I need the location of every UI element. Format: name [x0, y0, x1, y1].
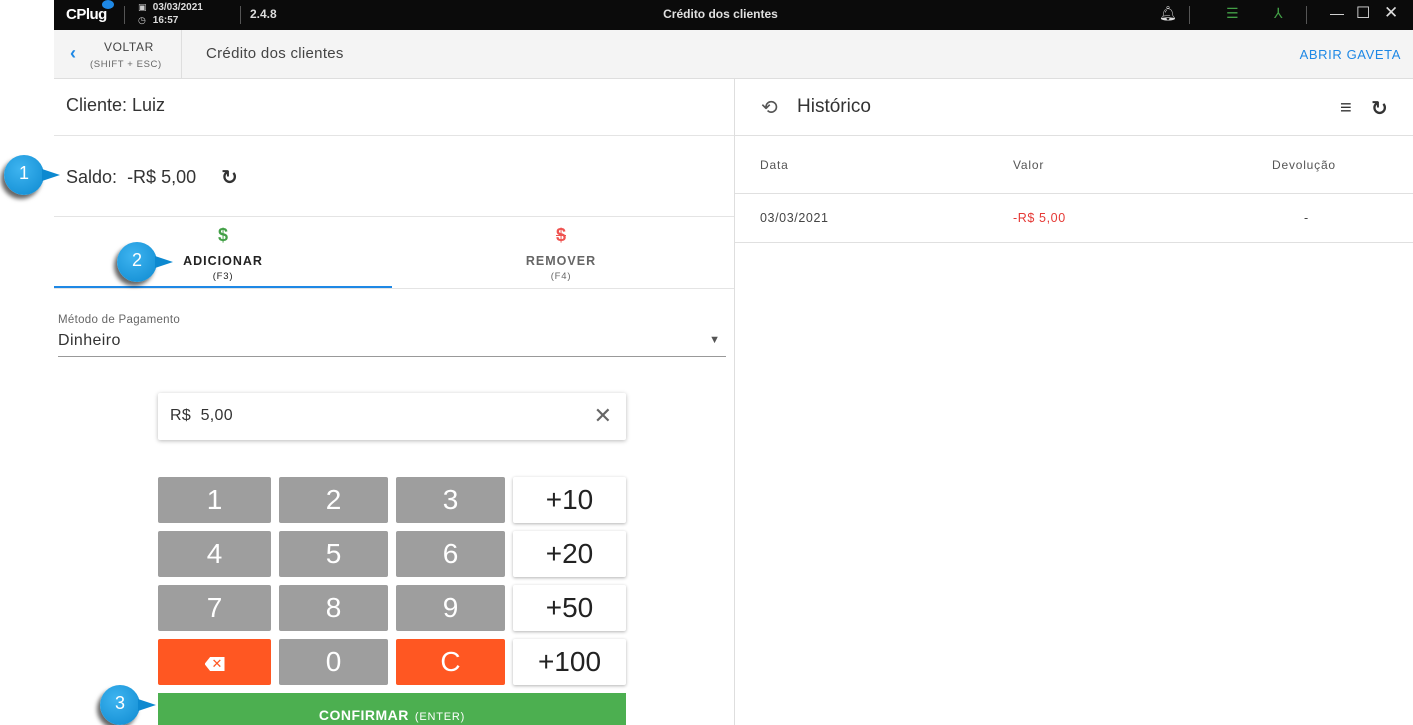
amount-input[interactable]: R$ 5,00 ✕ [158, 393, 626, 440]
confirm-label: CONFIRMAR [318, 707, 409, 723]
operation-tabs: $ ADICIONAR (F3) $ REMOVER (F4) [54, 217, 734, 289]
client-row: Cliente: Luiz [54, 79, 734, 136]
clear-button[interactable]: C [396, 639, 505, 685]
tutorial-marker-1: 1 [4, 155, 60, 195]
key-plus-10[interactable]: +10 [513, 477, 626, 523]
dollar-icon: $ [217, 225, 228, 245]
back-button[interactable]: ‹ VOLTAR (SHIFT + ESC) [54, 30, 182, 78]
key-8[interactable]: 8 [279, 585, 388, 631]
key-0[interactable]: 0 [279, 639, 388, 685]
minimize-icon[interactable]: — [1330, 5, 1344, 21]
backspace-button[interactable]: ✕ [158, 639, 271, 685]
key-plus-20[interactable]: +20 [513, 531, 626, 577]
balance-value: -R$ 5,00 [127, 167, 197, 187]
app-root: CPlug ▣ 03/03/2021 ◷ 16:57 2.4.8 Crédito… [0, 0, 1413, 725]
refresh-history-icon[interactable]: ↻ [1371, 96, 1388, 121]
column-header-refund: Devolução [1272, 158, 1336, 172]
server-icon[interactable]: ☰ [1226, 5, 1239, 22]
tab-remove-label: REMOVER [525, 254, 597, 268]
row-value: -R$ 5,00 [1013, 211, 1066, 225]
confirm-button[interactable]: CONFIRMAR (ENTER) [158, 693, 626, 725]
payment-method-value: Dinheiro [58, 332, 121, 349]
key-1[interactable]: 1 [158, 477, 271, 523]
key-2[interactable]: 2 [279, 477, 388, 523]
maximize-icon[interactable]: ☐ [1356, 3, 1370, 23]
key-6[interactable]: 6 [396, 531, 505, 577]
window-title: Crédito dos clientes [663, 7, 778, 21]
row-date: 03/03/2021 [760, 211, 829, 225]
tab-add-label: ADICIONAR [183, 254, 263, 268]
amount-value: R$ 5,00 [170, 407, 233, 424]
column-header-date: Data [760, 158, 789, 172]
row-refund: - [1304, 211, 1309, 225]
titlebar-divider [1189, 6, 1190, 24]
chevron-left-icon: ‹ [70, 43, 76, 63]
confirm-shortcut: (ENTER) [414, 711, 466, 723]
payment-method-label: Método de Pagamento [58, 314, 181, 326]
key-9[interactable]: 9 [396, 585, 505, 631]
key-plus-50[interactable]: +50 [513, 585, 626, 631]
backspace-icon: ✕ [204, 657, 225, 671]
close-icon[interactable]: ✕ [1384, 3, 1398, 23]
table-row[interactable]: 03/03/2021 -R$ 5,00 - [735, 194, 1413, 243]
bell-icon[interactable]: 🔔︎ [1159, 5, 1177, 22]
tab-add-shortcut: (F3) [212, 271, 234, 282]
caret-down-icon: ▼ [709, 334, 720, 346]
tutorial-marker-2: 2 [117, 242, 173, 282]
clear-amount-icon[interactable]: ✕ [594, 403, 612, 429]
history-panel: ⟲ Histórico ≡ ↻ Data Valor Devolução 03/… [734, 79, 1413, 725]
titlebar-divider [1306, 6, 1307, 24]
window-titlebar: CPlug ▣ 03/03/2021 ◷ 16:57 2.4.8 Crédito… [54, 0, 1413, 30]
key-5[interactable]: 5 [279, 531, 388, 577]
history-table-header: Data Valor Devolução [735, 136, 1413, 194]
key-plus-100[interactable]: +100 [513, 639, 626, 685]
dollar-off-icon: $ [555, 225, 566, 245]
tutorial-marker-3: 3 [100, 685, 156, 725]
tab-remove[interactable]: $ REMOVER (F4) [392, 217, 730, 288]
client-name: Cliente: Luiz [66, 95, 166, 115]
open-drawer-button[interactable]: ABRIR GAVETA [1300, 47, 1401, 62]
back-label: VOLTAR [104, 40, 154, 54]
key-7[interactable]: 7 [158, 585, 271, 631]
history-header: ⟲ Histórico ≡ ↻ [735, 79, 1413, 136]
tab-add[interactable]: $ ADICIONAR (F3) [54, 217, 392, 288]
payment-method-select[interactable]: Dinheiro ▼ [58, 329, 726, 357]
refresh-balance-icon[interactable]: ↻ [221, 165, 238, 190]
page-header: ‹ VOLTAR (SHIFT + ESC) Crédito dos clien… [54, 30, 1413, 79]
filter-icon[interactable]: ≡ [1340, 97, 1352, 120]
balance-label: Saldo: [66, 167, 118, 187]
network-icon[interactable]: ⅄ [1274, 5, 1283, 22]
history-icon: ⟲ [761, 97, 778, 119]
page-title: Crédito dos clientes [206, 45, 344, 62]
balance-row: Saldo: -R$ 5,00 ↻ [54, 136, 734, 217]
tab-remove-shortcut: (F4) [550, 271, 572, 282]
balance-text: Saldo: -R$ 5,00 [66, 167, 196, 188]
back-shortcut: (SHIFT + ESC) [90, 59, 162, 70]
credit-form-panel: Cliente: Luiz Saldo: -R$ 5,00 ↻ $ ADICIO… [54, 79, 734, 725]
column-header-value: Valor [1013, 158, 1045, 172]
key-4[interactable]: 4 [158, 531, 271, 577]
key-3[interactable]: 3 [396, 477, 505, 523]
history-title: Histórico [797, 96, 871, 117]
